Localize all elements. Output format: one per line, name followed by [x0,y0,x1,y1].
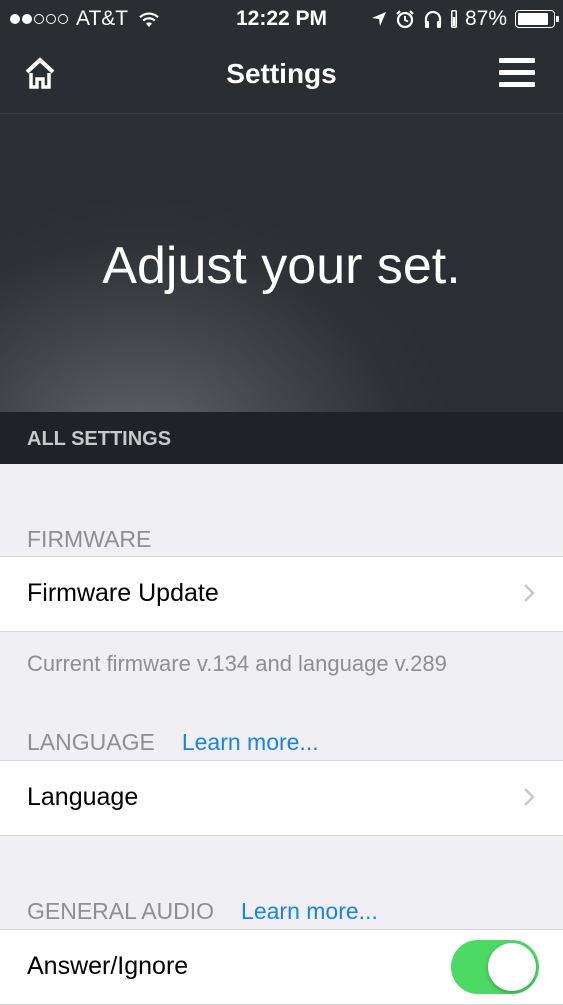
chevron-right-icon [524,584,535,602]
page-title: Settings [226,58,337,89]
firmware-header-label: FIRMWARE [27,526,152,552]
signal-dot [46,14,56,24]
signal-dot [22,14,32,24]
navigation-bar: Settings [0,38,563,114]
chevron-right-icon [524,788,535,806]
menu-button[interactable] [499,58,535,88]
headphones-icon [423,9,443,29]
battery-percent: 87% [464,7,507,30]
firmware-update-cell[interactable]: Firmware Update [0,556,563,632]
all-settings-label: ALL SETTINGS [27,428,172,450]
battery-icon [515,10,559,28]
general-audio-header-label: GENERAL AUDIO [27,898,215,924]
all-settings-header: ALL SETTINGS [0,412,563,464]
language-header-label: LANGUAGE [27,729,155,755]
answer-ignore-toggle[interactable] [451,940,539,994]
signal-dot [10,14,20,24]
language-label: Language [27,783,139,811]
language-cell[interactable]: Language [0,760,563,836]
answer-ignore-label: Answer/Ignore [27,952,189,980]
signal-dot [58,14,68,24]
general-audio-learn-more-link[interactable]: Learn more... [241,898,378,925]
language-learn-more-link[interactable]: Learn more... [182,729,319,756]
hamburger-menu-icon [499,58,535,87]
location-arrow-icon [371,11,387,27]
battery-tip [556,16,559,22]
status-bar: AT&T 12:22 PM 87% [0,0,563,38]
signal-strength-icon [10,14,70,24]
firmware-section-header: FIRMWARE [27,526,151,553]
firmware-update-label: Firmware Update [27,579,219,607]
carrier-label: AT&T [76,7,129,30]
firmware-version-note: Current firmware v.134 and language v.28… [27,651,447,676]
language-section-header: LANGUAGE Learn more... [27,729,319,756]
status-left: AT&T [10,7,160,31]
hero-banner: Adjust your set. [0,114,563,412]
general-audio-section-header: GENERAL AUDIO Learn more... [27,898,378,925]
home-icon [25,57,55,89]
status-right: 87% [363,7,559,31]
signal-dot [34,14,44,24]
battery-fill [518,13,548,25]
wifi-icon [139,12,159,27]
alarm-clock-icon [395,9,415,29]
home-button[interactable] [24,56,56,90]
headset-battery-icon [450,10,457,28]
answer-ignore-cell: Answer/Ignore [0,929,563,1005]
hero-text: Adjust your set. [102,237,461,295]
toggle-knob [488,943,536,991]
